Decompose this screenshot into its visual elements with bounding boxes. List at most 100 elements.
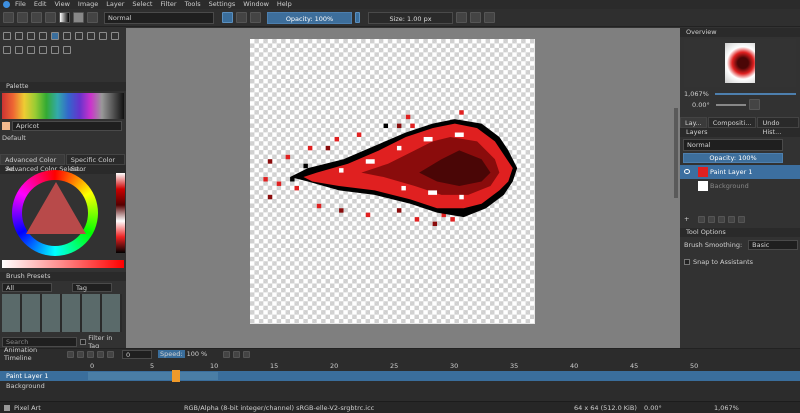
edit-shapes-icon[interactable] xyxy=(27,32,35,40)
opacity-lock-icon[interactable] xyxy=(355,12,360,23)
save-icon[interactable] xyxy=(17,12,28,23)
color-wheel[interactable] xyxy=(12,170,98,256)
menu-select[interactable]: Select xyxy=(132,0,152,9)
tab-layers[interactable]: Lay... xyxy=(680,117,707,128)
first-frame-icon[interactable] xyxy=(67,350,74,358)
menu-layer[interactable]: Layer xyxy=(106,0,124,9)
tab-specific-color[interactable]: Specific Color Se... xyxy=(65,154,125,173)
opacity-slider[interactable]: Opacity: 100% xyxy=(267,11,352,24)
text-tool-icon[interactable] xyxy=(15,32,23,40)
calligraphy-icon[interactable] xyxy=(39,32,47,40)
menu-tools[interactable]: Tools xyxy=(185,0,201,9)
brush-tool-icon[interactable] xyxy=(51,32,59,40)
mirror-view-icon[interactable] xyxy=(748,99,760,110)
preserve-alpha-icon[interactable] xyxy=(236,12,247,23)
select-tool-icon[interactable] xyxy=(3,32,11,40)
rotation-slider[interactable] xyxy=(715,103,746,106)
polyline-tool-icon[interactable] xyxy=(111,32,119,40)
size-slider[interactable]: Size: 1.00 px xyxy=(368,11,453,24)
prev-frame-icon[interactable] xyxy=(77,350,84,358)
brush-smoothing-select[interactable]: Basic xyxy=(748,240,799,250)
filter-in-tag-checkbox[interactable] xyxy=(80,339,87,345)
undo-icon[interactable] xyxy=(31,12,42,23)
timeline-track-background[interactable]: Background xyxy=(0,381,800,391)
timeline-layer-name[interactable]: Background xyxy=(0,382,88,390)
layer-row-background[interactable]: Background xyxy=(680,179,800,193)
layer-visible-icon[interactable] xyxy=(684,169,690,174)
apricot-swatch xyxy=(2,122,10,130)
menu-filter[interactable]: Filter xyxy=(160,0,176,9)
overview-thumbnail[interactable] xyxy=(684,39,796,87)
gradient-icon[interactable] xyxy=(59,12,70,23)
next-frame-icon[interactable] xyxy=(97,350,104,358)
tab-compositions[interactable]: Compositi... xyxy=(707,117,757,128)
menu-edit[interactable]: Edit xyxy=(34,0,47,9)
line-tool-icon[interactable] xyxy=(63,32,71,40)
timeline-frames[interactable] xyxy=(88,372,218,380)
layer-properties-icon[interactable] xyxy=(728,215,736,223)
timeline-ruler[interactable]: 0 5 10 15 20 25 30 35 40 45 50 xyxy=(0,361,800,371)
reload-preset-icon[interactable] xyxy=(250,12,261,23)
rotation-value[interactable]: 0.00° xyxy=(692,101,710,109)
move-tool-icon[interactable] xyxy=(39,46,47,54)
move-layer-down-icon[interactable] xyxy=(718,215,726,223)
freehand-path-icon[interactable] xyxy=(15,46,23,54)
layer-name[interactable]: Background xyxy=(710,182,749,190)
tab-advanced-color[interactable]: Advanced Color Se... xyxy=(0,154,65,173)
brush-preset-icon[interactable] xyxy=(87,12,98,23)
timeline-settings-icon[interactable] xyxy=(243,350,251,358)
pattern-icon[interactable] xyxy=(73,12,84,23)
timeline-playhead[interactable] xyxy=(172,370,180,382)
layer-row-paint-layer-1[interactable]: Paint Layer 1 xyxy=(680,165,800,179)
mirror-vertical-icon[interactable] xyxy=(470,12,481,23)
menu-view[interactable]: View xyxy=(54,0,69,9)
polygon-tool-icon[interactable] xyxy=(99,32,107,40)
gradient-tool-icon[interactable] xyxy=(63,46,71,54)
new-document-icon[interactable] xyxy=(3,12,14,23)
menu-help[interactable]: Help xyxy=(277,0,292,9)
crop-tool-icon[interactable] xyxy=(51,46,59,54)
brush-preset-grid[interactable] xyxy=(2,294,122,332)
move-layer-up-icon[interactable] xyxy=(708,215,716,223)
add-layer-icon[interactable]: + xyxy=(684,215,689,223)
drop-frames-icon[interactable] xyxy=(233,350,241,358)
redo-icon[interactable] xyxy=(45,12,56,23)
rectangle-tool-icon[interactable] xyxy=(75,32,83,40)
image-canvas[interactable] xyxy=(250,39,535,324)
layers-opacity-slider[interactable]: Opacity: 100% xyxy=(683,153,783,163)
last-frame-icon[interactable] xyxy=(107,350,114,358)
menu-settings[interactable]: Settings xyxy=(209,0,236,9)
snap-assistants-checkbox[interactable] xyxy=(684,259,690,265)
canvas-scrollbar-vertical[interactable] xyxy=(674,108,678,198)
brush-filter-select[interactable]: All xyxy=(2,283,52,292)
speed-value[interactable]: 100 % xyxy=(187,350,208,358)
palette-name-field[interactable]: Apricot xyxy=(12,121,122,131)
palette-grid[interactable] xyxy=(2,93,124,119)
color-history-strip[interactable] xyxy=(116,173,125,253)
overview-zoom-slider[interactable] xyxy=(714,92,796,95)
wrap-around-icon[interactable] xyxy=(484,12,495,23)
color-triangle[interactable] xyxy=(26,182,86,234)
layer-name[interactable]: Paint Layer 1 xyxy=(710,168,752,176)
mirror-horizontal-icon[interactable] xyxy=(456,12,467,23)
menu-image[interactable]: Image xyxy=(78,0,98,9)
menu-file[interactable]: File xyxy=(15,0,26,9)
tab-undo-history[interactable]: Undo Hist... xyxy=(757,117,799,136)
ellipse-tool-icon[interactable] xyxy=(87,32,95,40)
timeline-layer-name[interactable]: Paint Layer 1 xyxy=(0,372,88,380)
value-slider[interactable] xyxy=(2,260,124,268)
canvas-area[interactable] xyxy=(126,28,680,348)
bezier-tool-icon[interactable] xyxy=(3,46,11,54)
onion-skin-icon[interactable] xyxy=(223,350,231,358)
timeline-track-paint-layer[interactable]: Paint Layer 1 xyxy=(0,370,800,382)
play-icon[interactable] xyxy=(87,350,94,358)
frame-field[interactable]: 0 xyxy=(122,349,152,359)
delete-layer-icon[interactable] xyxy=(738,215,746,223)
eraser-mode-icon[interactable] xyxy=(222,12,233,23)
menu-window[interactable]: Window xyxy=(243,0,269,9)
duplicate-layer-icon[interactable] xyxy=(698,215,706,223)
layers-blend-mode[interactable]: Normal xyxy=(683,139,783,151)
transform-tool-icon[interactable] xyxy=(27,46,35,54)
blend-mode-select[interactable]: Normal xyxy=(104,11,214,24)
brush-tag-select[interactable]: Tag xyxy=(72,283,112,292)
